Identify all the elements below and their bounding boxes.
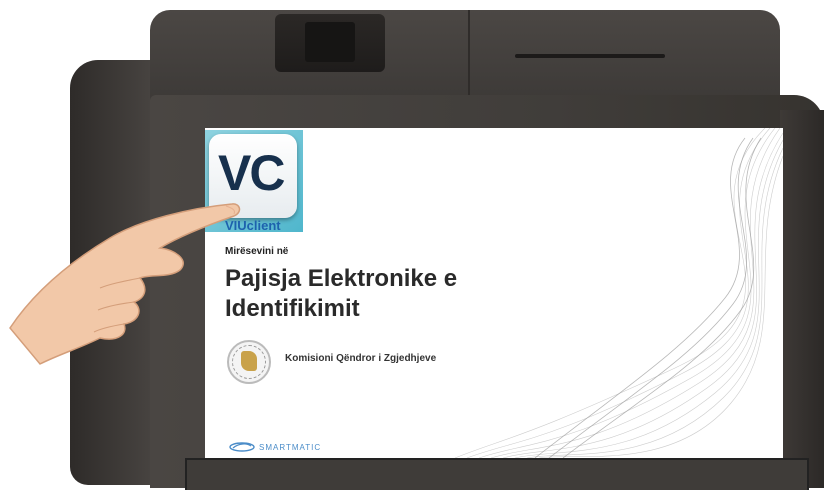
device-right-panel — [780, 110, 824, 488]
identification-device: Mirësevini në Pajisja Elektronike e Iden… — [0, 0, 824, 490]
device-bottom-bar — [185, 458, 809, 490]
screen-title: Pajisja Elektronike e Identifikimit — [225, 265, 458, 322]
card-slot-opening — [305, 22, 355, 62]
smartmatic-logo-icon — [229, 442, 255, 452]
brand-name: SMARTMATIC — [259, 442, 322, 452]
pointing-hand-icon — [9, 203, 241, 365]
organization-name: Komisioni Qëndror i Zgjedhjeve — [285, 353, 437, 364]
brand-logo: SMARTMATIC — [229, 442, 321, 452]
output-slot — [515, 54, 665, 58]
